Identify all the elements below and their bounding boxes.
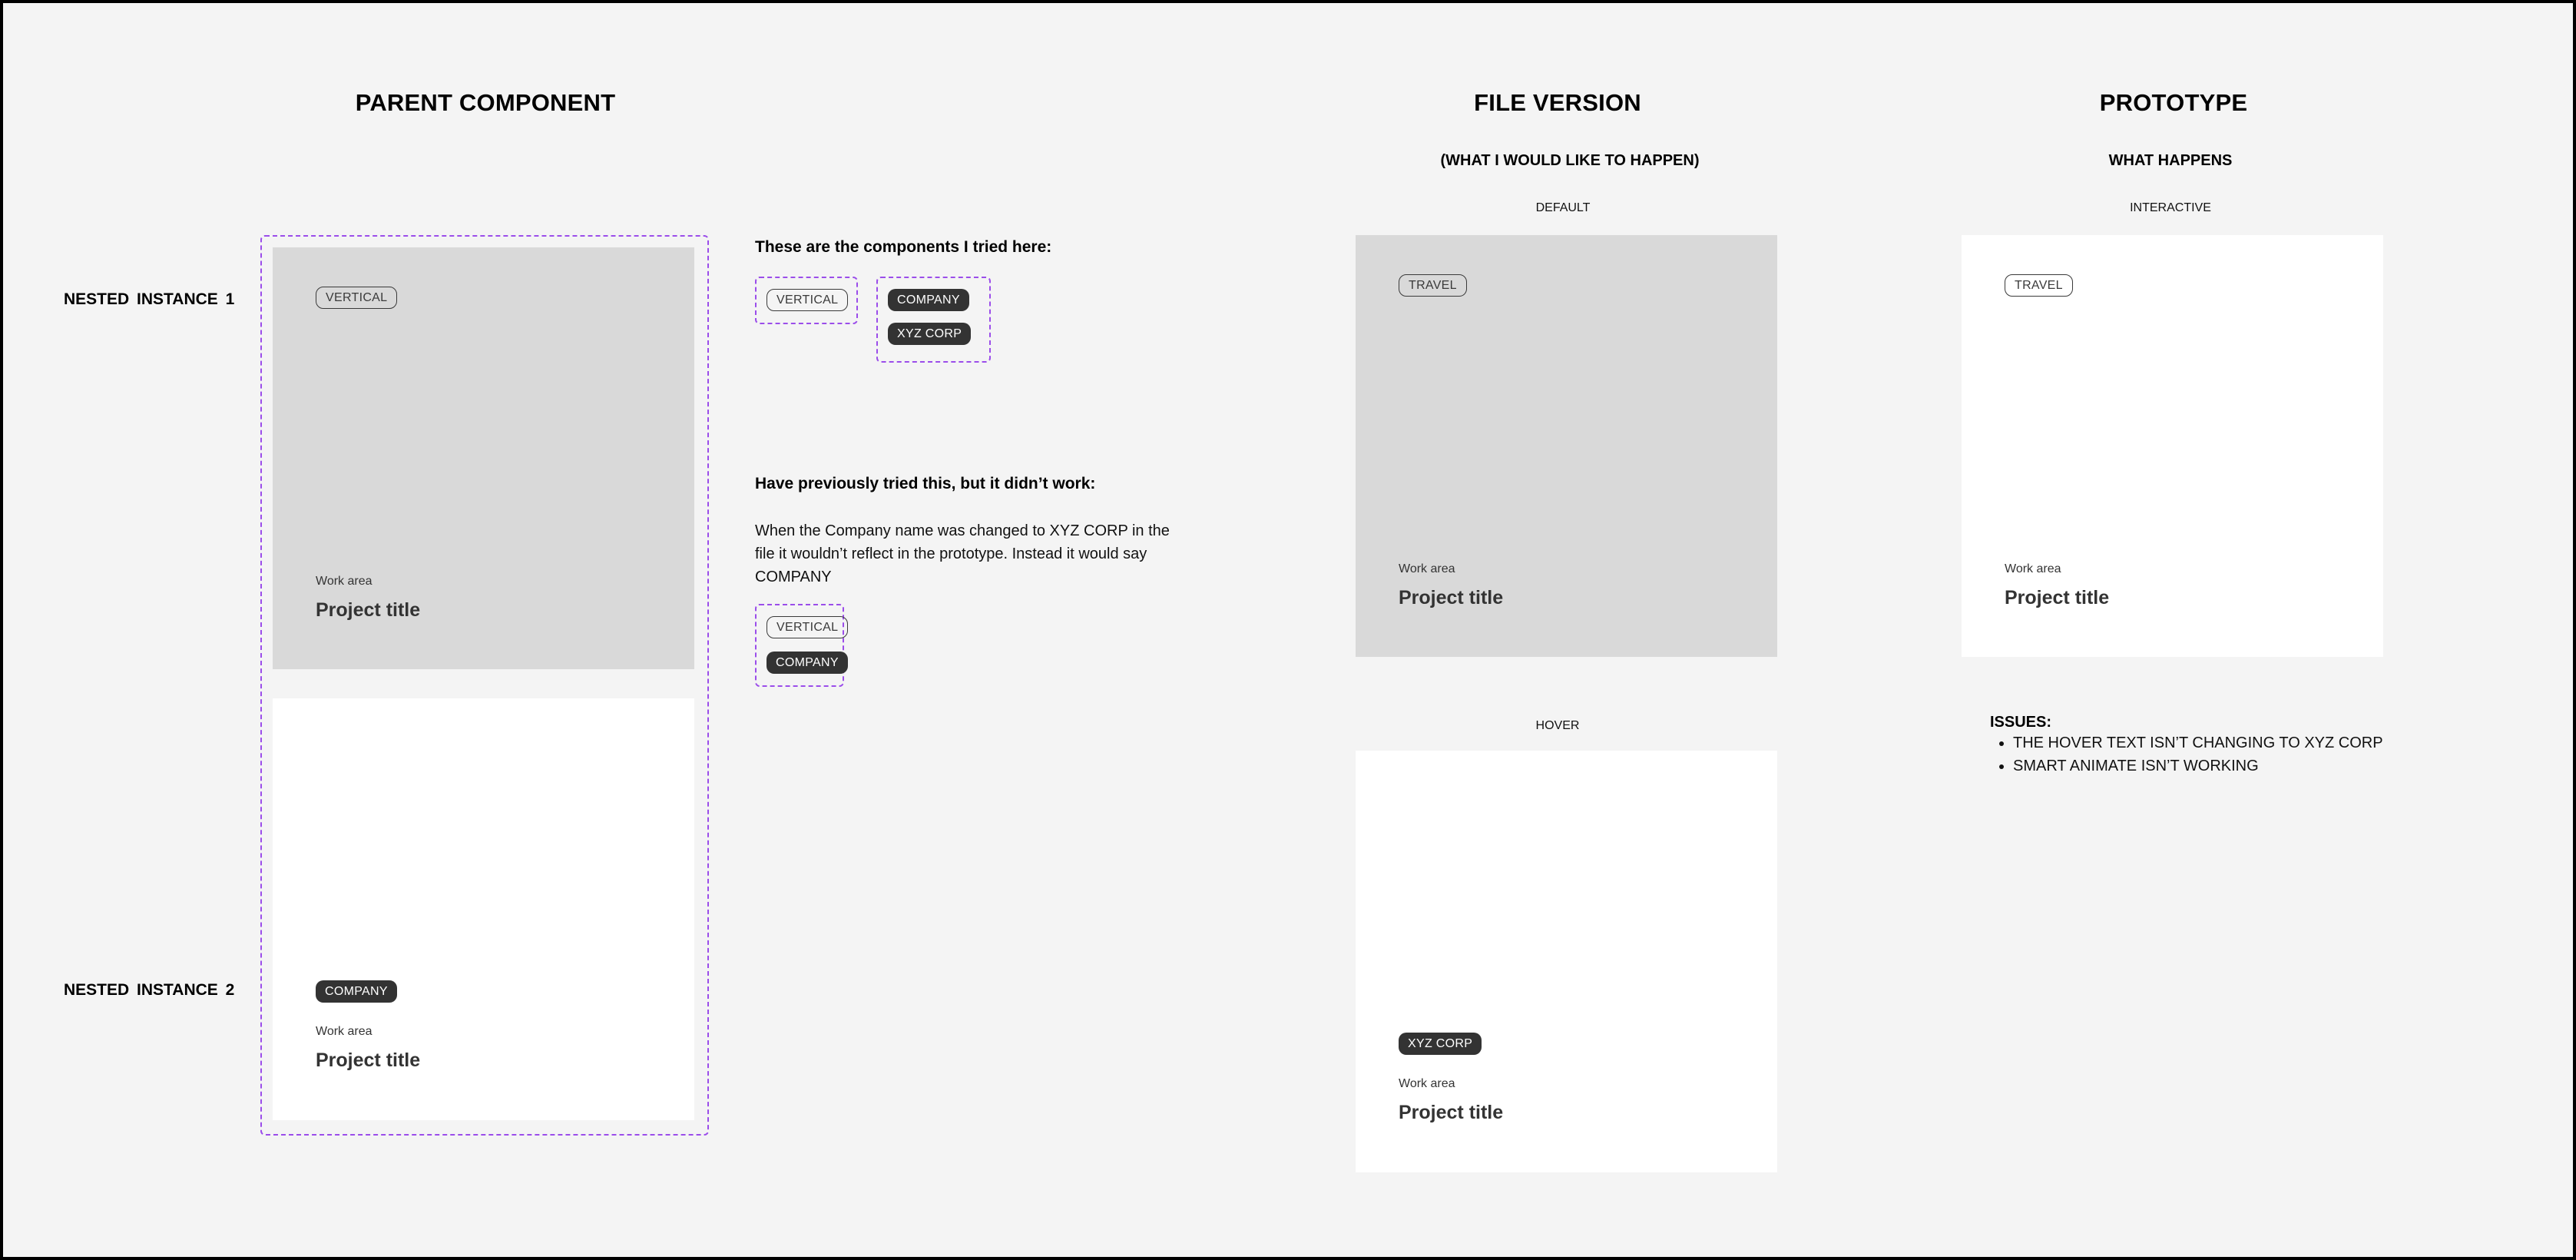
company-chip[interactable]: COMPANY bbox=[888, 289, 969, 311]
company-chip[interactable]: COMPANY bbox=[316, 980, 397, 1003]
previous-attempt-group[interactable]: VERTICAL COMPANY bbox=[755, 604, 849, 687]
project-title: Project title bbox=[316, 1049, 421, 1071]
travel-chip[interactable]: TRAVEL bbox=[1399, 274, 1467, 297]
issue-item: THE HOVER TEXT ISN’T CHANGING TO XYZ COR… bbox=[2013, 731, 2383, 754]
prototype-subtitle: WHAT HAPPENS bbox=[2108, 152, 2233, 169]
prototype-interactive-card[interactable]: TRAVEL Work area Project title bbox=[1962, 235, 2383, 657]
project-title: Project title bbox=[2005, 587, 2110, 608]
vertical-chip[interactable]: VERTICAL bbox=[767, 616, 849, 638]
project-title: Project title bbox=[316, 599, 421, 621]
company-chip[interactable]: COMPANY bbox=[767, 652, 848, 674]
parent-card-instance-1[interactable]: VERTICAL Work area Project title bbox=[273, 247, 694, 669]
file-version-hover-card[interactable]: XYZ CORP Work area Project title bbox=[1356, 751, 1777, 1172]
issues-block: ISSUES: THE HOVER TEXT ISN’T CHANGING TO… bbox=[1990, 714, 2383, 778]
work-area-label: Work area bbox=[1399, 562, 1455, 575]
file-version-default-card[interactable]: TRAVEL Work area Project title bbox=[1356, 235, 1777, 657]
work-area-label: Work area bbox=[316, 1025, 372, 1038]
row-label-nested-instance-1: NESTED INSTANCE 1 bbox=[64, 290, 235, 308]
xyz-corp-chip[interactable]: XYZ CORP bbox=[888, 323, 972, 345]
parent-component-title: PARENT COMPONENT bbox=[355, 89, 616, 116]
row-label-nested-instance-2: NESTED INSTANCE 2 bbox=[64, 981, 235, 999]
file-version-title: FILE VERSION bbox=[1474, 89, 1641, 116]
xyz-corp-chip[interactable]: XYZ CORP bbox=[1399, 1033, 1482, 1055]
previous-attempt-heading: Have previously tried this, but it didn’… bbox=[755, 475, 1096, 492]
work-area-label: Work area bbox=[316, 575, 372, 588]
issues-heading: ISSUES: bbox=[1990, 714, 2052, 731]
state-label-default: DEFAULT bbox=[1535, 201, 1591, 214]
travel-chip[interactable]: TRAVEL bbox=[2005, 274, 2073, 297]
issues-list: THE HOVER TEXT ISN’T CHANGING TO XYZ COR… bbox=[1990, 731, 2383, 778]
prototype-title: PROTOTYPE bbox=[2099, 89, 2248, 116]
vertical-chip[interactable]: VERTICAL bbox=[767, 289, 849, 311]
parent-card-instance-2[interactable]: COMPANY Work area Project title bbox=[273, 698, 694, 1120]
tried-group-vertical[interactable]: VERTICAL bbox=[755, 277, 858, 324]
issue-item: SMART ANIMATE ISN’T WORKING bbox=[2013, 754, 2383, 778]
vertical-chip[interactable]: VERTICAL bbox=[316, 287, 398, 309]
canvas: PARENT COMPONENT FILE VERSION (WHAT I WO… bbox=[3, 3, 2573, 1257]
tried-components-heading: These are the components I tried here: bbox=[755, 238, 1052, 256]
project-title: Project title bbox=[1399, 587, 1504, 608]
project-title: Project title bbox=[1399, 1102, 1504, 1123]
file-version-subtitle: (WHAT I WOULD LIKE TO HAPPEN) bbox=[1440, 152, 1700, 169]
work-area-label: Work area bbox=[1399, 1077, 1455, 1090]
state-label-interactive: INTERACTIVE bbox=[2130, 201, 2211, 214]
tried-group-company[interactable]: COMPANY XYZ CORP bbox=[876, 277, 991, 363]
previous-attempt-description: When the Company name was changed to XYZ… bbox=[755, 522, 1170, 585]
state-label-hover: HOVER bbox=[1535, 719, 1580, 732]
work-area-label: Work area bbox=[2005, 562, 2061, 575]
